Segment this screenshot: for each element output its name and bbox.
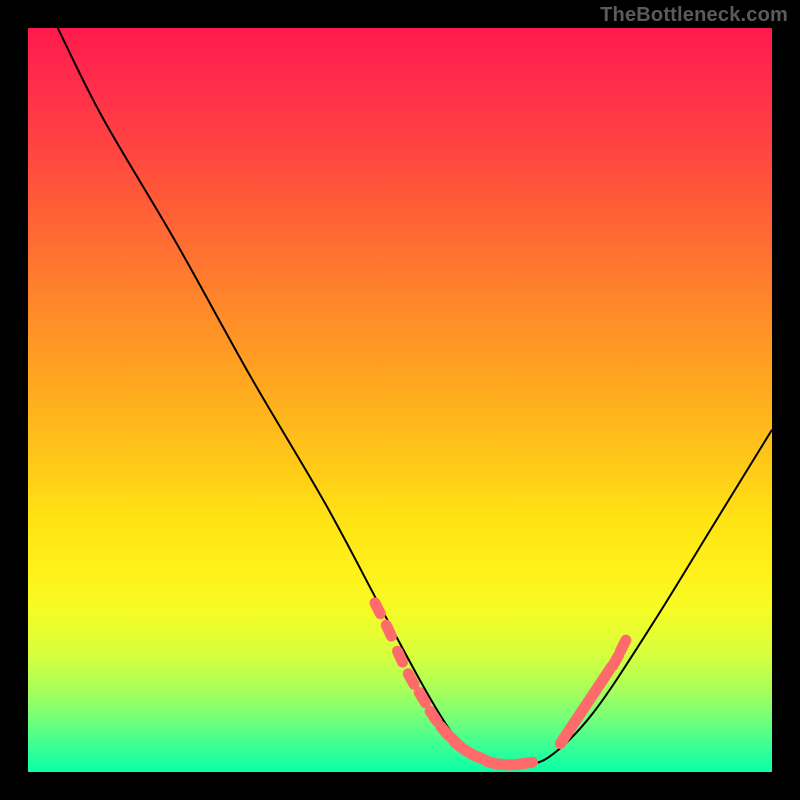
bottleneck-curve (58, 28, 772, 767)
highlight-dot (613, 655, 619, 665)
highlight-dot (430, 711, 437, 721)
left-highlight-dots (375, 603, 532, 765)
highlight-dot (386, 625, 391, 636)
highlight-dot (621, 640, 626, 651)
highlight-dot (441, 727, 449, 736)
highlight-dot (419, 692, 425, 702)
plot-area (28, 28, 772, 772)
curve-group (58, 28, 772, 767)
highlight-dot (375, 603, 380, 614)
chart-frame: TheBottleneck.com (0, 0, 800, 800)
highlight-dot (521, 762, 533, 764)
highlight-dot (408, 674, 414, 685)
right-highlight-dots (560, 640, 626, 743)
highlight-dot (397, 651, 402, 662)
chart-svg (28, 28, 772, 772)
watermark-text: TheBottleneck.com (600, 4, 788, 27)
